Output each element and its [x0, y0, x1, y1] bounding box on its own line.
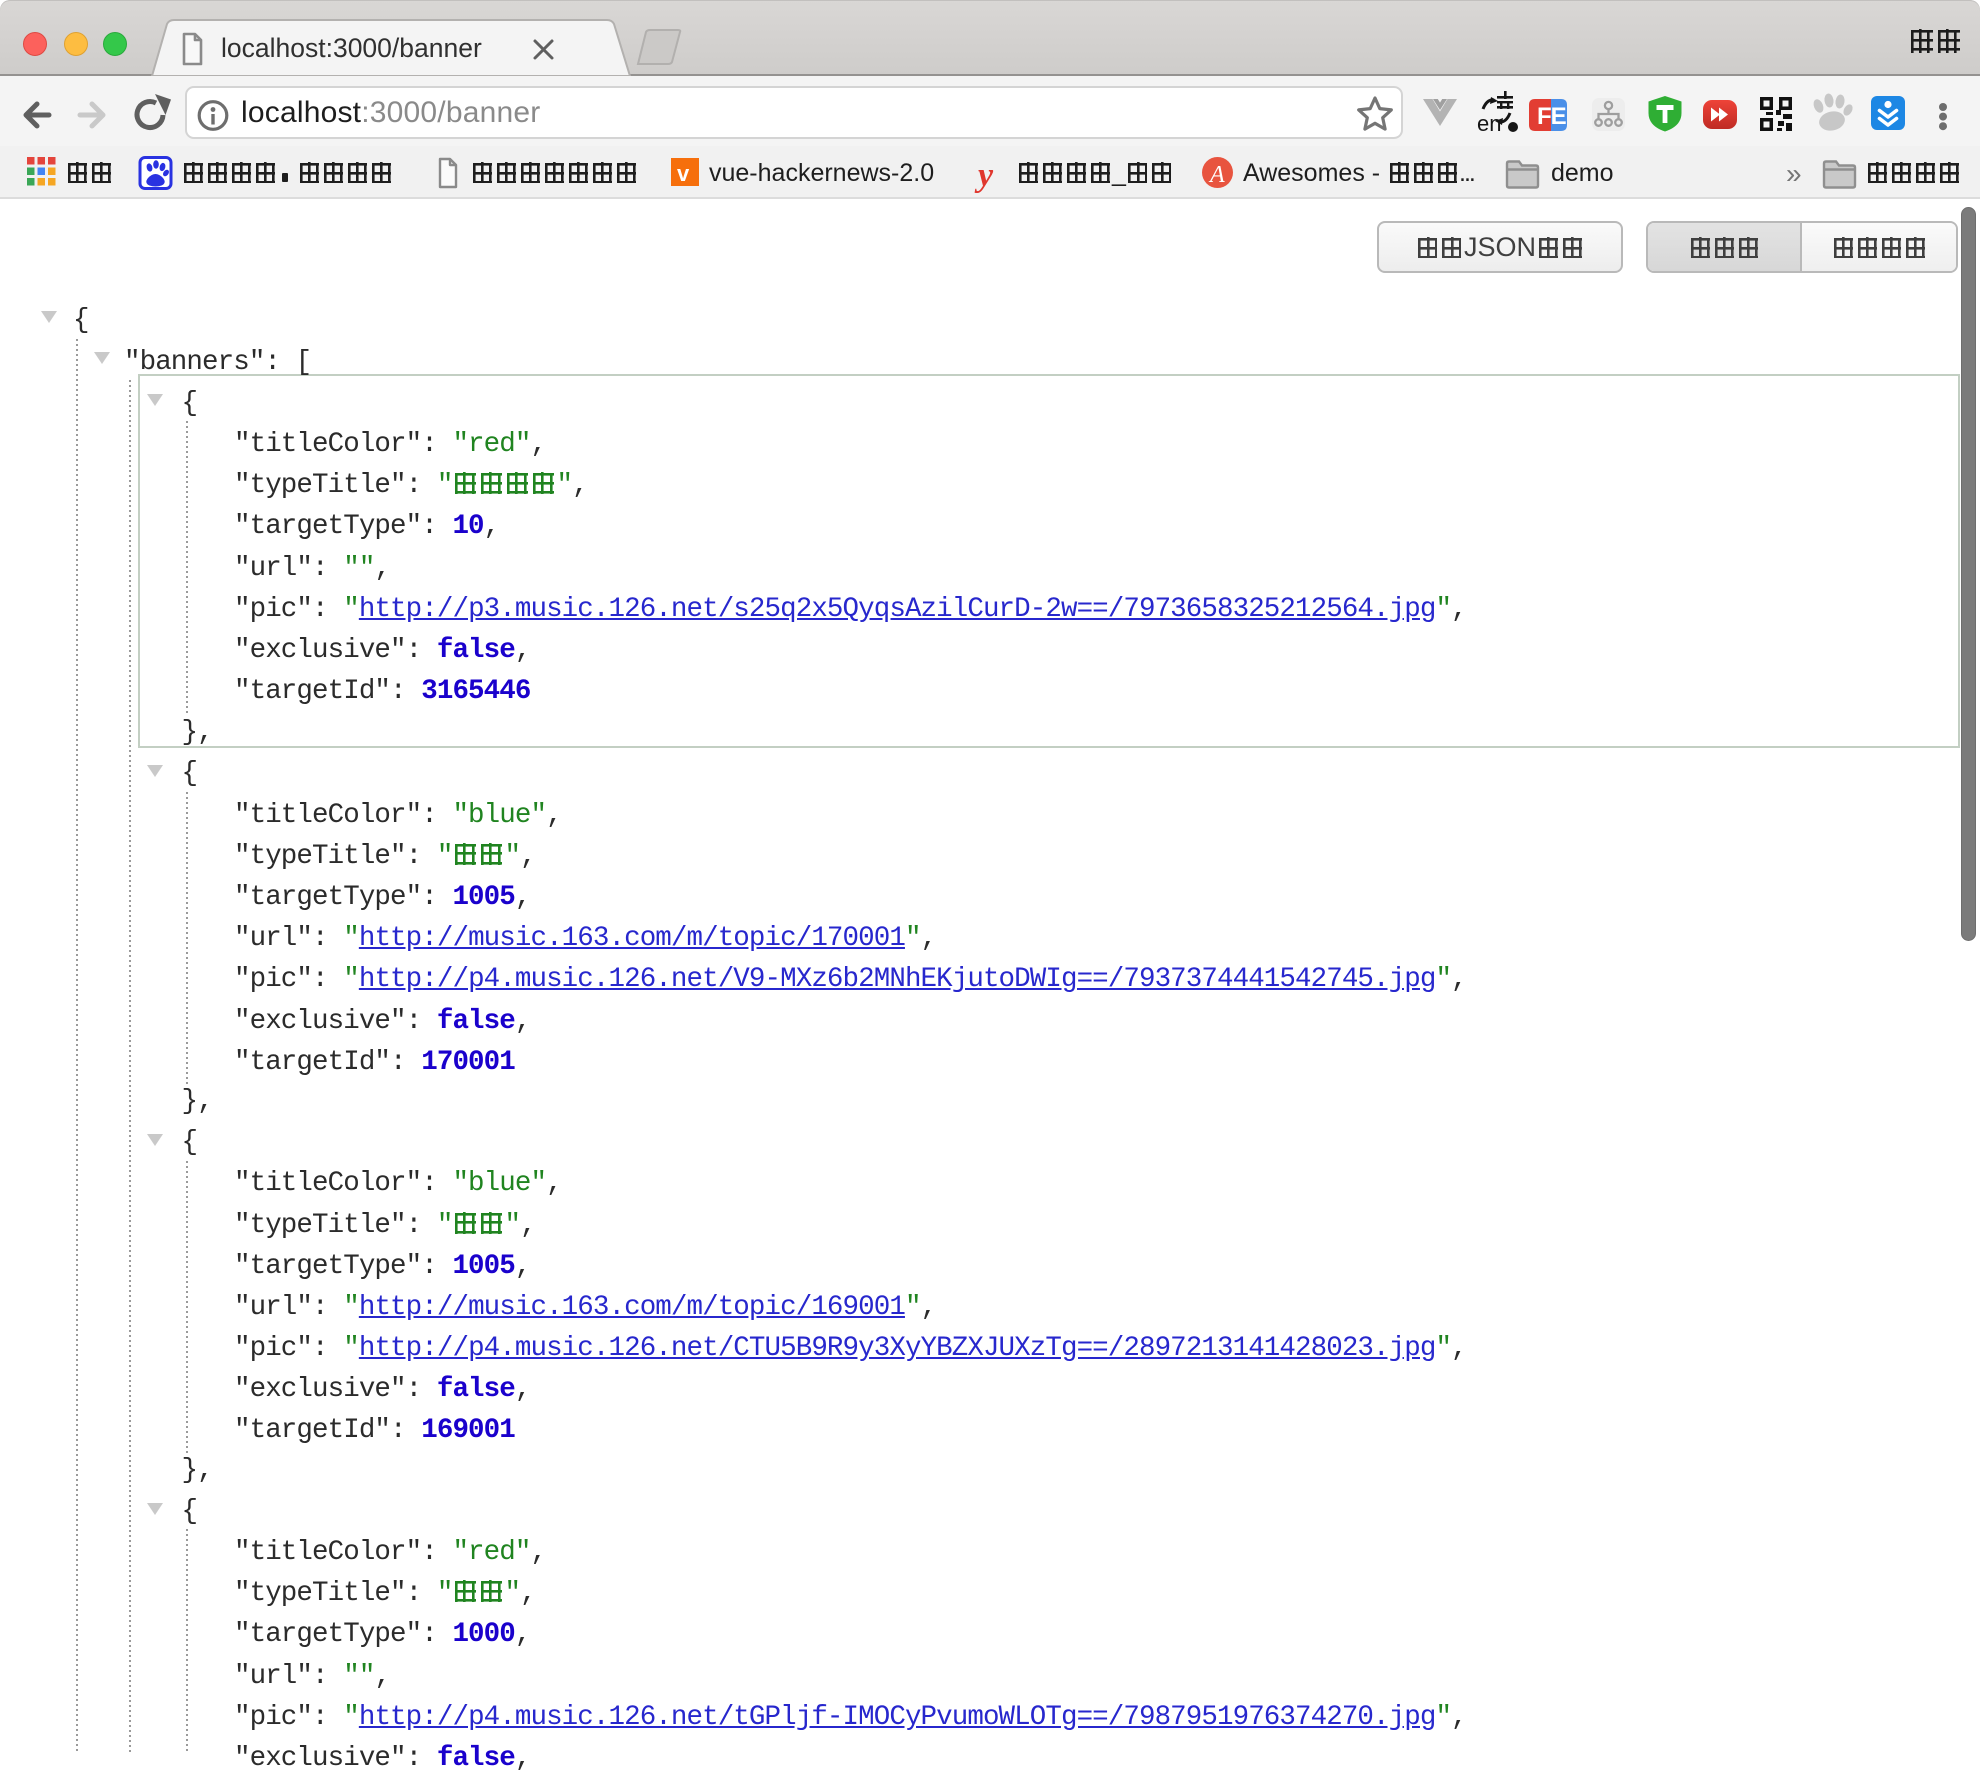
svg-text:localhost:3000/banner: localhost:3000/banner — [221, 33, 482, 63]
svg-text:»: » — [1786, 158, 1802, 189]
svg-text:y: y — [974, 157, 994, 194]
svg-text:A: A — [1208, 162, 1225, 188]
svg-text:FE: FE — [1537, 103, 1567, 130]
svg-text:v: v — [677, 161, 690, 186]
svg-text:en: en — [1477, 111, 1501, 136]
